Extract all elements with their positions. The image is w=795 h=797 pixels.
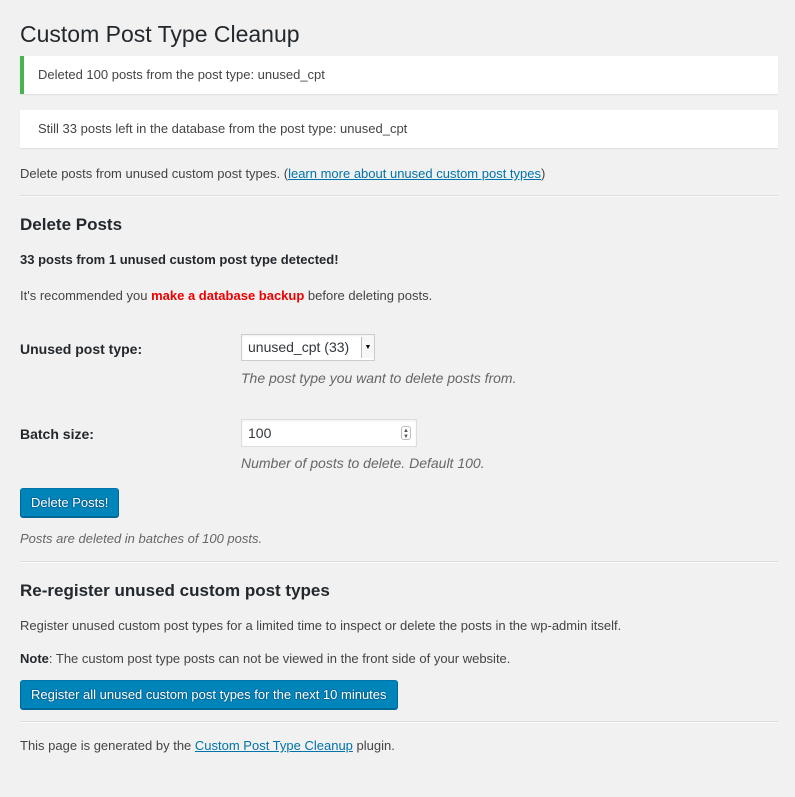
note-text: : The custom post type posts can not be … xyxy=(48,651,511,666)
footer-pre: This page is generated by the xyxy=(20,738,195,753)
footer-text: This page is generated by the Custom Pos… xyxy=(20,738,395,753)
intro-text: Delete posts from unused custom post typ… xyxy=(20,166,545,181)
intro-text-close: ) xyxy=(541,166,546,181)
batch-size-value: 100 xyxy=(248,425,272,441)
post-type-label: Unused post type: xyxy=(20,341,143,357)
post-type-description: The post type you want to delete posts f… xyxy=(241,370,517,386)
batch-note: Posts are deleted in batches of 100 post… xyxy=(20,531,263,546)
divider-1 xyxy=(20,195,778,197)
register-post-types-button[interactable]: Register all unused custom post types fo… xyxy=(20,680,398,709)
batch-size-description: Number of posts to delete. Default 100. xyxy=(241,455,485,471)
recommend-post: before deleting posts. xyxy=(304,288,433,303)
batch-size-label: Batch size: xyxy=(20,426,94,442)
recommend-pre: It's recommended you xyxy=(20,288,152,303)
success-notice: Deleted 100 posts from the post type: un… xyxy=(20,56,778,94)
info-notice: Still 33 posts left in the database from… xyxy=(20,110,778,148)
chevron-down-icon: ▼ xyxy=(361,337,374,358)
batch-size-input[interactable]: 100 ▲ ▼ xyxy=(241,419,417,447)
reregister-text: Register unused custom post types for a … xyxy=(20,618,622,633)
delete-posts-button[interactable]: Delete Posts! xyxy=(20,488,120,517)
reregister-heading: Re-register unused custom post types xyxy=(20,581,330,600)
number-spinner-icon[interactable]: ▲ ▼ xyxy=(401,426,411,440)
delete-posts-heading: Delete Posts xyxy=(20,215,123,234)
intro-text-start: Delete posts from unused custom post typ… xyxy=(20,166,289,181)
backup-emphasis: make a database backup xyxy=(151,288,305,303)
post-type-selected-value: unused_cpt (33) xyxy=(248,339,350,355)
backup-recommendation: It's recommended you make a database bac… xyxy=(20,288,432,303)
reregister-note: Note: The custom post type posts can not… xyxy=(20,651,510,666)
divider-3 xyxy=(20,721,778,723)
footer-post: plugin. xyxy=(352,738,395,753)
post-type-select[interactable]: unused_cpt (33) ▼ xyxy=(241,334,375,361)
detected-message: 33 posts from 1 unused custom post type … xyxy=(20,252,339,267)
plugin-link[interactable]: Custom Post Type Cleanup xyxy=(195,738,353,753)
divider-2 xyxy=(20,561,778,563)
note-label: Note xyxy=(20,651,49,666)
page-title: Custom Post Type Cleanup xyxy=(20,21,300,47)
learn-more-link[interactable]: learn more about unused custom post type… xyxy=(288,166,541,181)
